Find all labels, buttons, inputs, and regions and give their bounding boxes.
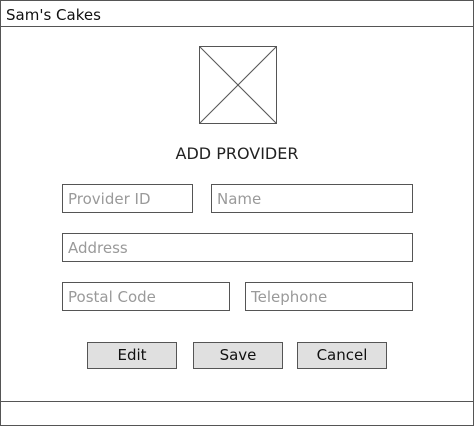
status-bar (1, 401, 473, 425)
app-window: Sam's Cakes ADD PROVIDER Edit Save Cance… (0, 0, 474, 426)
title-bar: Sam's Cakes (1, 1, 473, 27)
name-input[interactable] (212, 185, 412, 212)
window-title: Sam's Cakes (6, 6, 101, 24)
provider-id-field (62, 184, 193, 213)
postal-code-field (62, 282, 230, 311)
save-button[interactable]: Save (193, 342, 283, 369)
provider-id-input[interactable] (63, 185, 192, 212)
cancel-button[interactable]: Cancel (297, 342, 387, 369)
edit-button[interactable]: Edit (87, 342, 177, 369)
telephone-field (245, 282, 413, 311)
form-heading: ADD PROVIDER (175, 144, 299, 163)
name-field (211, 184, 413, 213)
address-input[interactable] (63, 234, 412, 261)
address-field (62, 233, 413, 262)
postal-code-input[interactable] (63, 283, 229, 310)
telephone-input[interactable] (246, 283, 412, 310)
image-placeholder-icon (199, 46, 277, 124)
